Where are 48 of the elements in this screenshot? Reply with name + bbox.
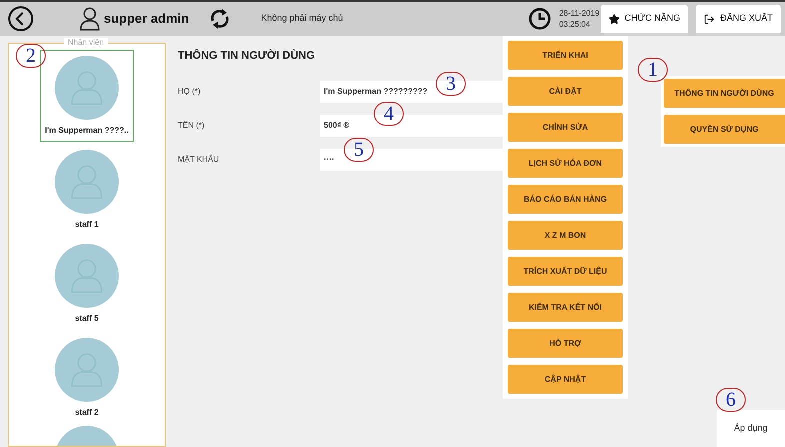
apply-button[interactable]: Áp dụng [717, 410, 785, 447]
field-label: HỌ (*) [178, 86, 202, 98]
submenu-item[interactable]: THÔNG TIN NGƯỜI DÙNG [664, 79, 785, 108]
server-status: Không phải máy chủ [261, 12, 344, 26]
callout-marker: 1 [638, 58, 668, 82]
top-bar-button[interactable]: ĐĂNG XUẤT [696, 5, 781, 33]
panel-legend: Nhân viên [64, 38, 108, 48]
staff-name: staff 2 [75, 407, 99, 419]
staff-card[interactable]: I'm Supperman ????.. [40, 50, 134, 142]
submenu-item[interactable]: QUYỀN SỬ DỤNG [664, 115, 785, 144]
staff-card[interactable]: staff 1 [40, 144, 134, 236]
staff-name: staff 1 [75, 219, 99, 231]
back-icon[interactable] [8, 6, 34, 32]
callout-marker: 4 [374, 102, 404, 126]
menu-item[interactable]: HỖ TRỢ [508, 329, 623, 358]
callout-marker: 2 [16, 44, 46, 68]
menu-item[interactable]: CHỈNH SỬA [508, 113, 623, 142]
menu-item[interactable]: CÀI ĐẶT [508, 77, 623, 106]
menu-item[interactable]: LỊCH SỬ HÓA ĐƠN [508, 149, 623, 178]
staff-card[interactable]: staff 5 [40, 238, 134, 330]
staff-card[interactable]: staff 2 [40, 332, 134, 424]
menu-item[interactable]: TRIỂN KHAI [508, 41, 623, 70]
top-bar-button[interactable]: CHỨC NĂNG [600, 5, 688, 33]
callout-marker: 5 [344, 138, 374, 162]
staff-name: staff 5 [75, 313, 99, 325]
field-label: MẬT KHẨU [178, 154, 220, 166]
callout-marker: 6 [716, 388, 746, 412]
menu-item[interactable]: CẬP NHẬT [508, 365, 623, 394]
form-title: THÔNG TIN NGƯỜI DÙNG [178, 48, 316, 64]
sync-icon[interactable] [209, 7, 232, 31]
time-text: 03:25:04 [559, 19, 592, 30]
user-icon [80, 7, 100, 31]
avatar-icon [55, 244, 119, 308]
menu-item[interactable]: BÁO CÁO BÁN HÀNG [508, 185, 623, 214]
menu-item[interactable]: X Z M BON [508, 221, 623, 250]
avatar-icon [55, 338, 119, 402]
staff-name: I'm Supperman ????.. [45, 125, 129, 137]
field-label: TÊN (*) [178, 120, 206, 132]
logout-icon [704, 14, 716, 24]
callout-marker: 3 [436, 72, 466, 96]
date-text: 28-11-2019 [559, 8, 600, 19]
star-icon [608, 14, 620, 24]
avatar-icon [55, 56, 119, 120]
clock-icon [529, 8, 552, 30]
menu-item[interactable]: KIỂM TRA KẾT NỐI [508, 293, 623, 322]
user-name: supper admin [104, 10, 190, 28]
avatar-icon [55, 150, 119, 214]
menu-item[interactable]: TRÍCH XUẤT DỮ LIỆU [508, 257, 623, 286]
